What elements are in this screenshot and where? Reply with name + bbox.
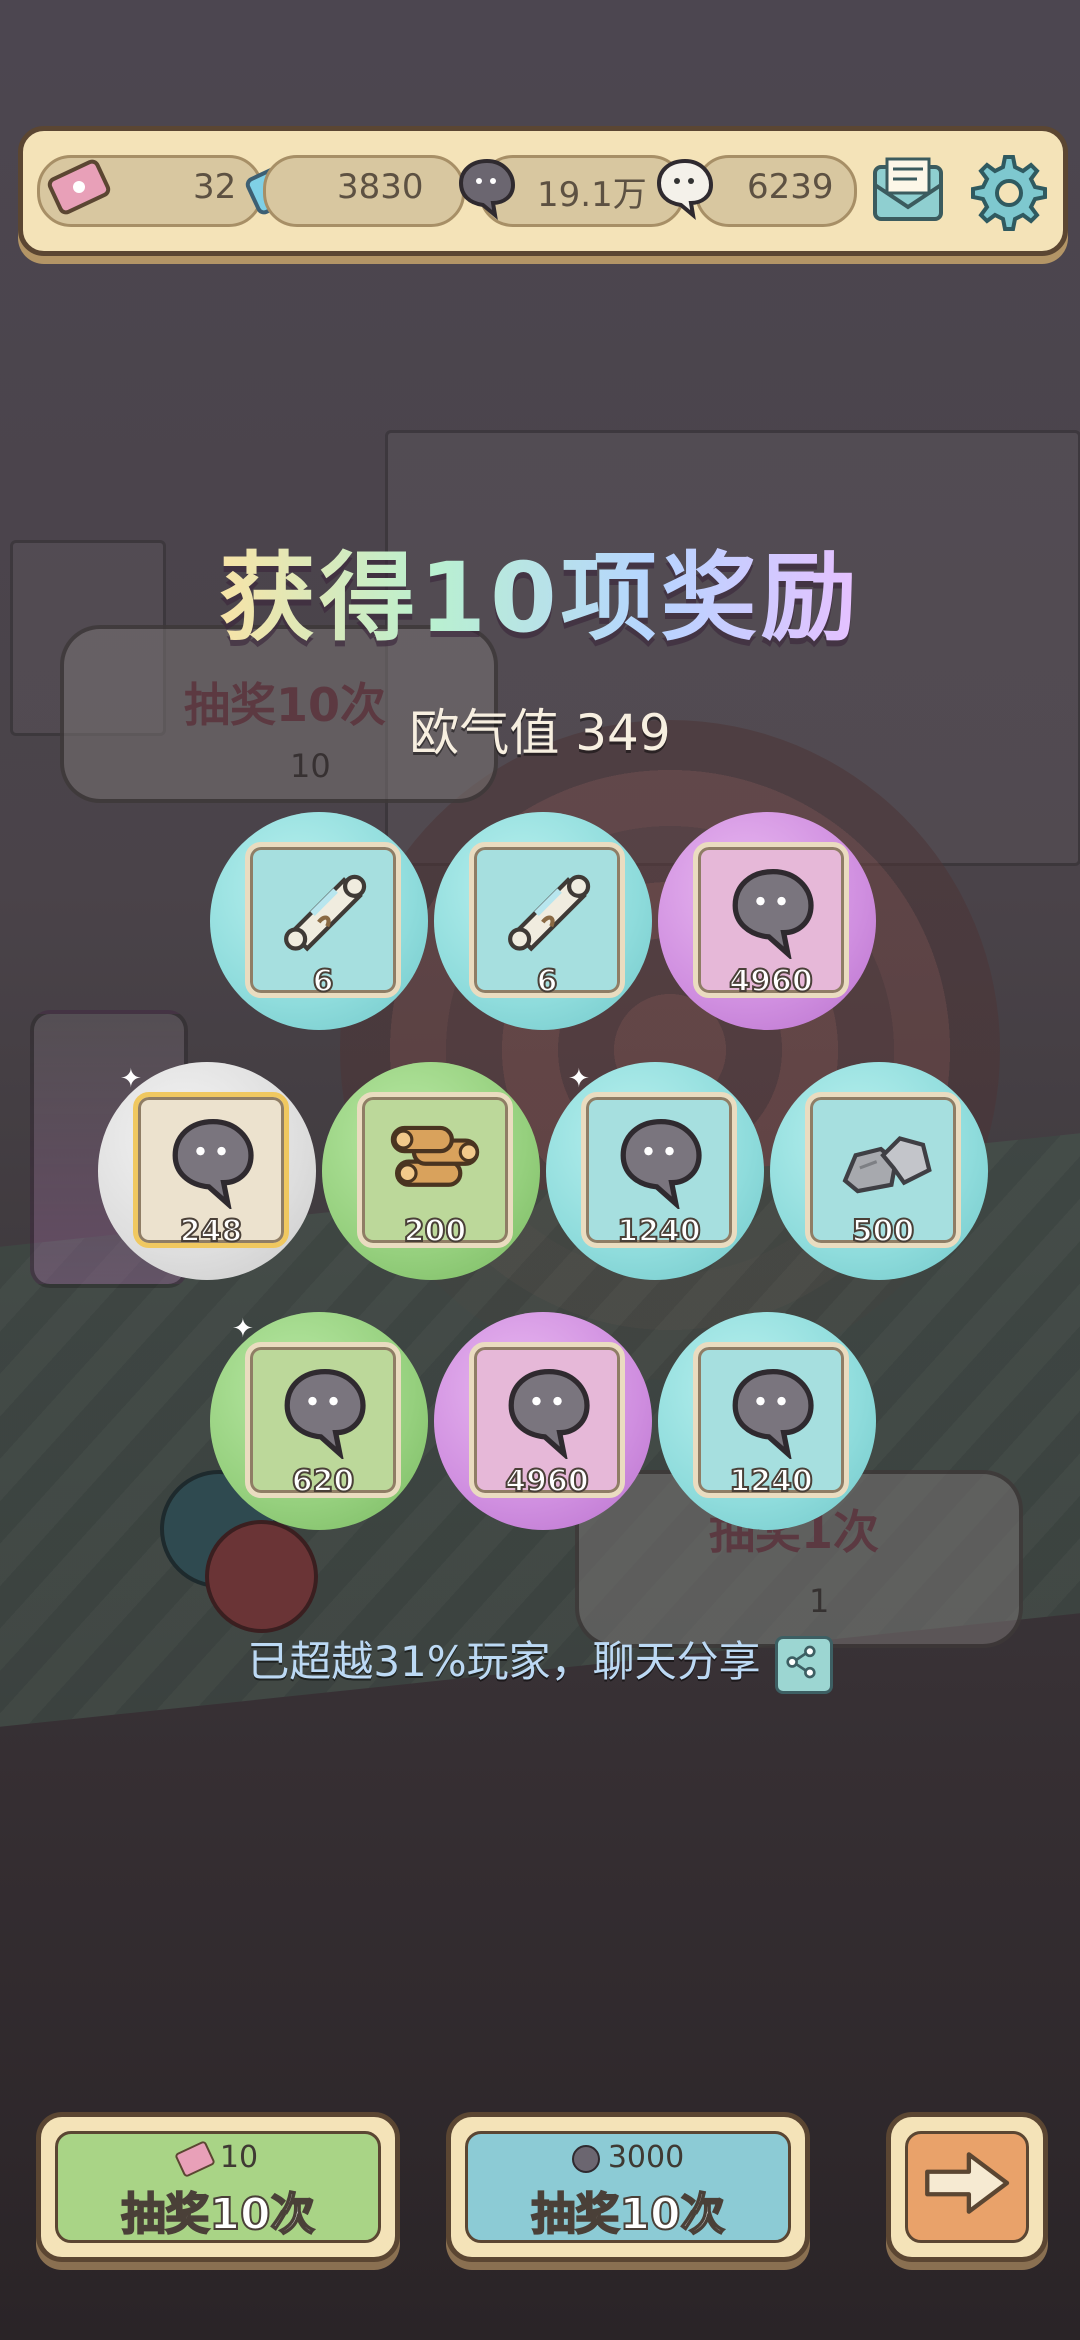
reward-bubble[interactable]: 4960	[658, 812, 876, 1030]
ticket-count: 32	[193, 167, 237, 207]
wood-logs-icon	[390, 1125, 480, 1187]
star-count: 3830	[337, 167, 424, 207]
bg-ball	[205, 1520, 318, 1633]
gray-bubble-icon	[172, 1118, 254, 1209]
mail-icon[interactable]	[869, 155, 947, 225]
draw10-ticket-cost-value: 10	[219, 2140, 259, 2175]
draw10-bubble-cost: 3000	[468, 2140, 788, 2175]
reward-qty: 500	[851, 1213, 916, 1250]
sparkle-icon: ✦	[120, 1064, 142, 1094]
reward-bubble[interactable]: 500	[770, 1062, 988, 1280]
reward-card: 1240	[693, 1342, 849, 1500]
draw10-bubble-button[interactable]: 3000 抽奖10次	[446, 2112, 810, 2262]
sparkle-icon: ✦	[232, 1314, 254, 1344]
draw10-bubble-cost-value: 3000	[607, 2140, 685, 2175]
reward-card: 4960	[693, 842, 849, 1000]
scroll-icon	[284, 874, 367, 952]
gray-bubble-icon	[732, 868, 814, 959]
reward-card: 6	[469, 842, 625, 1000]
reward-card: 4960	[469, 1342, 625, 1500]
next-button[interactable]	[886, 2112, 1048, 2262]
reward-qty: 4960	[504, 1463, 590, 1500]
draw10-bubble-label: 抽奖10次	[530, 2188, 725, 2241]
gray-bubble-count: 19.1万	[537, 175, 647, 215]
draw10-ticket-button[interactable]: 10 抽奖10次	[36, 2112, 400, 2262]
sparkle-icon: ✦	[568, 1064, 590, 1094]
draw10-bubble-face: 3000 抽奖10次	[465, 2131, 791, 2243]
luck-value: 欧气值 349	[409, 704, 671, 762]
gray-bubble-icon	[732, 1368, 814, 1459]
reward-bubble[interactable]: 6	[434, 812, 652, 1030]
share-text: 已超越31%玩家，聊天分享	[247, 1637, 761, 1686]
reward-bubble[interactable]: 620 ✦	[210, 1312, 428, 1530]
reward-card: 500	[805, 1092, 961, 1250]
gray-bubble-icon	[284, 1368, 366, 1459]
reward-qty: 620	[291, 1463, 356, 1500]
draw10-ticket-label: 抽奖10次	[120, 2188, 315, 2241]
reward-qty: 248	[179, 1213, 244, 1250]
bg-draw1-cost: 1	[809, 1582, 830, 1620]
arrow-right-icon	[925, 2152, 1010, 2214]
currency-bar: 32 3830 19.1万 6239	[18, 126, 1068, 256]
white-bubble-icon	[656, 158, 714, 220]
reward-bubble[interactable]: 200	[322, 1062, 540, 1280]
reward-qty: 1240	[616, 1213, 702, 1250]
reward-bubble[interactable]: 248 ✦	[98, 1062, 316, 1280]
share-icon[interactable]	[774, 1635, 833, 1694]
reward-card: 1240	[581, 1092, 737, 1250]
ticket-icon	[47, 159, 111, 215]
reward-qty: 4960	[728, 963, 814, 1000]
gray-bubble-icon	[458, 158, 516, 220]
draw10-ticket-cost: 10	[58, 2139, 378, 2178]
ticket-icon	[174, 2139, 216, 2178]
share-row[interactable]: 已超越31%玩家，聊天分享	[0, 1628, 1080, 1694]
gray-bubble-icon	[571, 2144, 600, 2173]
reward-qty: 200	[403, 1213, 468, 1250]
reward-bubble[interactable]: 6	[210, 812, 428, 1030]
gray-bubble-icon	[620, 1118, 702, 1209]
reward-card: 248	[133, 1092, 289, 1250]
next-face	[905, 2131, 1029, 2243]
reward-card: 200	[357, 1092, 513, 1250]
reward-qty: 6	[312, 963, 335, 1000]
reward-qty: 1240	[728, 1463, 814, 1500]
draw10-ticket-face: 10 抽奖10次	[55, 2131, 381, 2243]
reward-qty: 6	[536, 963, 559, 1000]
reward-bubble[interactable]: 1240 ✦	[546, 1062, 764, 1280]
gear-icon[interactable]	[963, 149, 1047, 233]
white-bubble-count: 6239	[747, 167, 834, 207]
reward-card: 6	[245, 842, 401, 1000]
reward-bubble[interactable]: 1240	[658, 1312, 876, 1530]
scroll-icon	[508, 874, 591, 952]
reward-card: 620	[245, 1342, 401, 1500]
reward-bubble[interactable]: 4960	[434, 1312, 652, 1530]
reward-title: 获得10项奖励	[0, 520, 1080, 659]
gray-bubble-icon	[508, 1368, 590, 1459]
stones-icon	[842, 1136, 932, 1194]
